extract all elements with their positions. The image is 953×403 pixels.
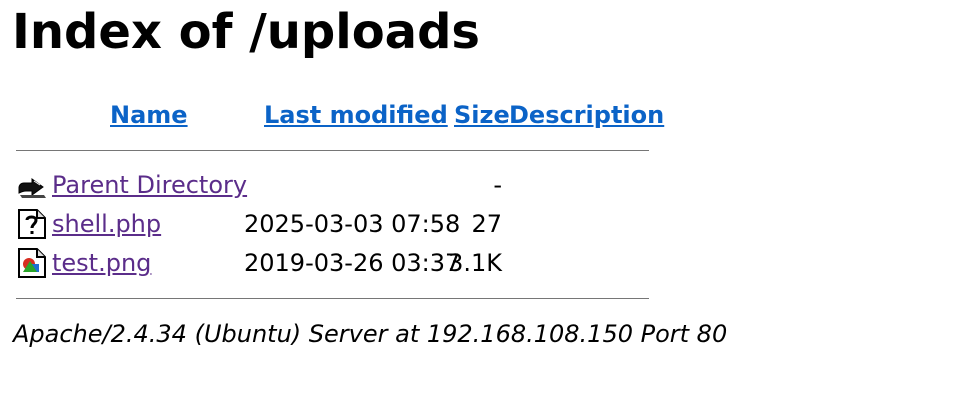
footer-divider [16, 298, 649, 299]
file-size: 3.1K [448, 249, 502, 277]
file-link-parent-directory[interactable]: Parent Directory [52, 168, 247, 202]
column-header-name[interactable]: Name [110, 99, 188, 131]
header-divider [16, 150, 649, 151]
table-row: shell.php 2025-03-03 07:58 27 [16, 207, 649, 245]
column-header-size[interactable]: Size [454, 99, 510, 131]
page-title: Index of /uploads [12, 4, 480, 60]
table-row: Parent Directory - [16, 168, 649, 206]
server-signature: Apache/2.4.34 (Ubuntu) Server at 192.168… [13, 320, 728, 348]
file-size: 27 [471, 210, 502, 238]
file-link-shell-php[interactable]: shell.php [52, 207, 161, 241]
file-size: - [493, 171, 502, 199]
parent-directory-icon [16, 169, 48, 201]
unknown-file-icon [16, 208, 48, 240]
file-last-modified: 2025-03-03 07:58 [244, 210, 461, 238]
file-last-modified: 2019-03-26 03:37 [244, 249, 461, 277]
table-row: test.png 2019-03-26 03:37 3.1K [16, 246, 649, 284]
column-header-last-modified[interactable]: Last modified [264, 99, 448, 131]
column-header-description[interactable]: Description [509, 99, 664, 131]
directory-listing: Name Last modified Size Description Pare… [16, 98, 664, 308]
file-link-test-png[interactable]: test.png [52, 246, 151, 280]
image-file-icon [16, 247, 48, 279]
